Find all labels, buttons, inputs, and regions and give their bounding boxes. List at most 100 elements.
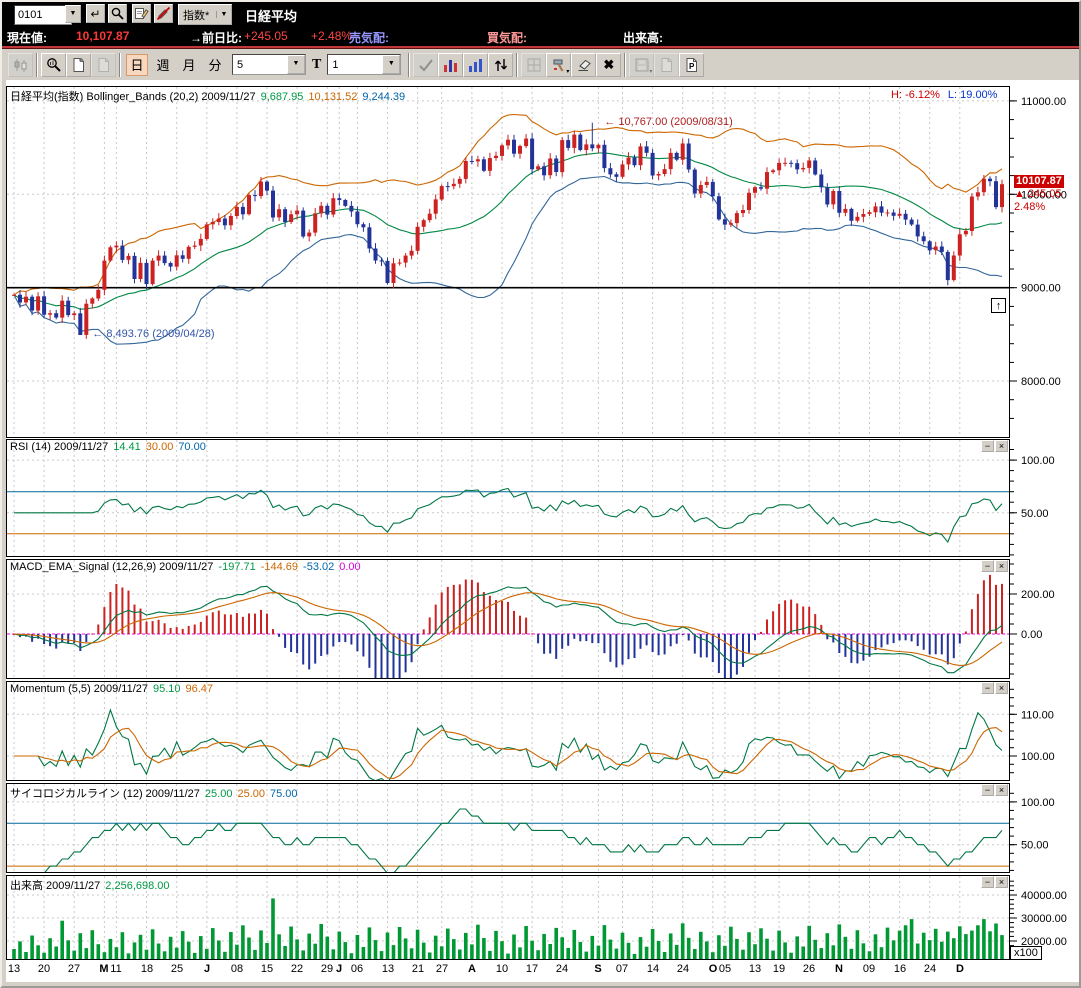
x-axis-label: 29 [321,963,333,975]
x-axis-label: 13 [382,963,394,975]
delete-drawings-button[interactable]: ✖ [596,53,621,77]
macd-header-value: -144.69 [261,561,298,573]
tick-count-select[interactable]: 1 ▼ [327,54,401,75]
svg-text:200.00: 200.00 [1021,589,1055,601]
arrows-updown-icon [493,57,509,73]
volume-overlay-button[interactable] [438,53,463,77]
enter-icon: ↵ [90,7,100,21]
psy-header-value: 25.00 [205,788,233,800]
copy-page-disabled-button[interactable] [91,53,116,77]
updown-button[interactable] [488,53,513,77]
x-axis-label: 18 [141,963,153,975]
save-button[interactable]: ▾ [629,53,654,77]
x-axis-label: 15 [261,963,273,975]
vol-header-value: 出来高 2009/11/27 [10,880,100,892]
symbol-input[interactable] [14,5,72,25]
main-chart-panel[interactable]: 11000.0010000.009000.008000.00 [6,86,1079,438]
zoom-chart-icon [46,57,62,73]
chevron-down-icon: ▼ [287,55,305,74]
bars-red-blue-icon [443,57,459,73]
main-header-value: 9,687.95 [261,91,304,103]
macd-close-button[interactable]: × [995,560,1008,572]
svg-text:50.00: 50.00 [1021,840,1049,852]
up-arrow-icon: ↑ [996,300,1002,312]
change-value: +245.05 [244,29,288,43]
search-button[interactable] [108,4,127,23]
macd-minimize-button[interactable]: − [981,560,994,572]
vol-minimize-button[interactable]: − [981,876,994,888]
x-axis-label: 27 [68,963,80,975]
period-minute-button[interactable]: 分 [204,54,226,76]
anchor-up-button[interactable]: ↑ [991,298,1006,313]
check-icon [418,57,434,73]
x-axis-label: A [468,963,476,975]
enter-button[interactable]: ↵ [86,4,105,23]
candle-chart-button[interactable] [8,53,33,77]
x-axis-label: 16 [894,963,906,975]
zoom-button[interactable] [41,53,66,77]
x-axis-label: O [709,963,718,975]
chevron-down-icon: ▾ [649,70,652,75]
edit-button[interactable] [132,4,151,23]
category-select[interactable]: 指数* ▼ [178,4,232,25]
x-axis-label: 10 [496,963,508,975]
no-draw-button[interactable] [154,4,173,23]
macd-header-value: -53.02 [303,561,334,573]
draw-tools-button[interactable]: ▾ [546,53,571,77]
svg-text:9000.00: 9000.00 [1021,283,1061,295]
psychological-panel-header: サイコロジカルライン (12) 2009/11/27 25.00 25.00 75.0… [10,785,303,801]
psy-header-value: サイコロジカルライン (12) 2009/11/27 [10,788,200,800]
psy-header-value: 25.00 [237,788,265,800]
ask-label: 売気配: [349,29,389,46]
vol-header-value: 2,256,698.00 [105,880,169,892]
period-month-button[interactable]: 月 [178,54,200,76]
period-day-button[interactable]: 日 [126,54,148,76]
mom-minimize-button[interactable]: − [981,682,994,694]
x-axis-label: 11 [110,963,121,975]
x-axis-label: 06 [351,963,363,975]
grid-button[interactable] [521,53,546,77]
rsi-panel-header: RSI (14) 2009/11/2714.4130.0070.00 [10,441,211,453]
eraser-button[interactable] [571,53,596,77]
x-axis-label: 25 [171,963,183,975]
toolbar-separator [408,53,410,77]
svg-text:P: P [689,62,695,71]
toolbar-separator [516,53,518,77]
interval-value: 5 [233,59,287,71]
mom-header-value: 95.10 [153,683,181,695]
current-price-callout: 10107.87 ▲ 245.05 2.48% [1014,175,1064,214]
rsi-close-button[interactable]: × [995,440,1008,452]
tick-chart-button[interactable]: T [312,57,321,73]
x-axis-label: 14 [647,963,659,975]
rsi-minimize-button[interactable]: − [981,440,994,452]
symbol-dropdown-button[interactable]: ▼ [65,5,81,23]
macd-panel[interactable]: 200.00 0.00 [6,559,1079,679]
status-bar: 現在値: 10,107.87 →前日比: +245.05 +2.48% 売気配:… [2,26,1079,46]
momentum-panel-header: Momentum (5,5) 2009/11/2795.1096.47 [10,683,218,695]
copy-page-button[interactable] [66,53,91,77]
chevron-down-icon: ▼ [216,11,231,18]
callout-price: 10107.87 [1014,175,1064,188]
save-icon [634,57,650,73]
chevron-down-icon: ▼ [70,10,77,17]
x-axis-label: S [594,963,601,975]
high-pct-label: H: -6.12% [891,89,940,101]
chart-area: 11000.0010000.009000.008000.00 100.0050.… [6,80,1079,982]
psy-header-value: 75.00 [270,788,298,800]
export-page-button[interactable] [654,53,679,77]
interval-select[interactable]: 5 ▼ [232,54,306,75]
line-check-button[interactable] [413,53,438,77]
mom-close-button[interactable]: × [995,682,1008,694]
macd-header-value: 0.00 [339,561,360,573]
bar-chart-button[interactable] [463,53,488,77]
page-icon [659,57,675,73]
psy-close-button[interactable]: × [995,784,1008,796]
momentum-panel[interactable]: 110.00100.00 [6,681,1079,781]
rsi-panel[interactable]: 100.0050.00 [6,439,1079,557]
vol-close-button[interactable]: × [995,876,1008,888]
eraser-icon [576,57,592,73]
period-week-button[interactable]: 週 [152,54,174,76]
print-page-button[interactable]: P [679,53,704,77]
psy-minimize-button[interactable]: − [981,784,994,796]
chevron-down-icon: ▼ [382,55,400,74]
